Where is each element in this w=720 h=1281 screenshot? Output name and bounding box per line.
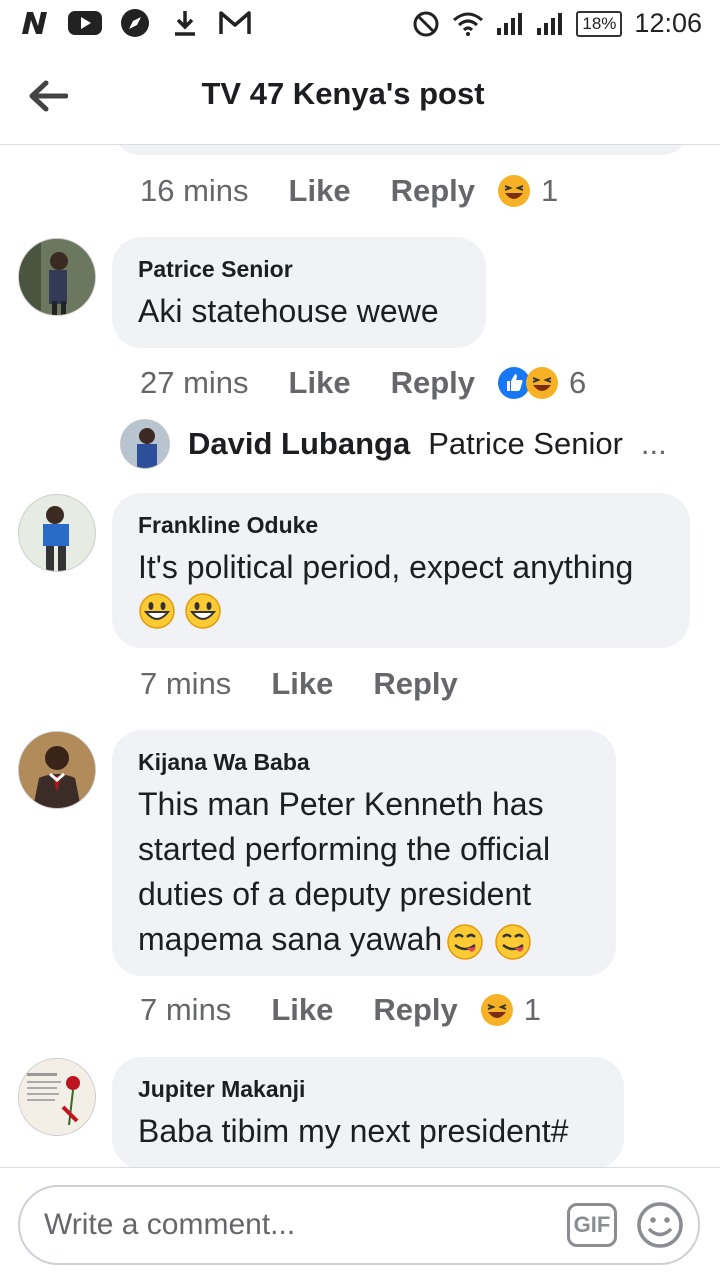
previous-comment-bubble <box>112 145 690 155</box>
comments-feed[interactable]: 16 mins Like Reply 1 Patrice Senior Aki … <box>0 145 720 1167</box>
comment-text: Aki statehouse wewe <box>138 293 439 329</box>
avatar[interactable] <box>18 1058 96 1136</box>
comment-text: This man Peter Kenneth has started perfo… <box>138 782 598 962</box>
reply-button[interactable]: Reply <box>391 365 475 401</box>
comment-author[interactable]: Jupiter Makanji <box>138 1075 598 1103</box>
yum-emoji <box>495 923 531 960</box>
comment-text: Baba tibim my next president# <box>138 1113 569 1149</box>
comment-meta: 7 mins Like Reply 1 <box>140 988 541 1032</box>
reply-ellipsis: ... <box>640 426 667 461</box>
comment-author[interactable]: Frankline Oduke <box>138 511 664 539</box>
reaction-count: 1 <box>541 173 559 208</box>
like-button[interactable]: Like <box>271 992 333 1028</box>
comment-meta: 27 mins Like Reply 6 <box>140 361 586 405</box>
reply-preview[interactable]: David Lubanga Patrice Senior ... <box>120 419 667 469</box>
comment-meta: 16 mins Like Reply 1 <box>140 169 558 213</box>
youtube-icon <box>68 8 102 38</box>
reaction-summary[interactable]: 1 <box>497 173 558 209</box>
reply-button[interactable]: Reply <box>373 666 457 702</box>
reaction-count: 1 <box>523 992 542 1027</box>
grinning-emoji <box>185 593 221 629</box>
yum-emoji <box>447 923 483 960</box>
battery-indicator: 18% <box>576 10 623 37</box>
like-button[interactable]: Like <box>271 666 333 702</box>
reply-button[interactable]: Reply <box>391 173 475 209</box>
n-icon <box>18 8 52 38</box>
comment-time: 7 mins <box>140 666 232 701</box>
comment-bubble[interactable]: Patrice Senior Aki statehouse wewe <box>112 237 486 348</box>
comment-author[interactable]: Patrice Senior <box>138 255 460 283</box>
haha-icon <box>498 175 530 207</box>
grinning-emoji <box>139 593 175 629</box>
comment-author[interactable]: Kijana Wa Baba <box>138 748 590 776</box>
avatar[interactable] <box>18 494 96 572</box>
comment-time: 7 mins <box>140 992 232 1027</box>
emoji-button[interactable] <box>636 1201 684 1249</box>
haha-icon <box>480 994 513 1026</box>
compass-icon <box>118 8 152 38</box>
comment-bubble[interactable]: Frankline Oduke It's political period, e… <box>112 493 690 648</box>
comment-text-content: This man Peter Kenneth has started perfo… <box>138 786 551 957</box>
like-button[interactable]: Like <box>289 365 351 401</box>
like-button[interactable]: Like <box>289 173 351 209</box>
avatar[interactable] <box>18 238 96 316</box>
wifi-icon <box>453 12 484 36</box>
post-header: TV 47 Kenya's post <box>0 48 720 145</box>
avatar[interactable] <box>18 731 96 809</box>
download-icon <box>168 8 202 38</box>
reply-button[interactable]: Reply <box>373 992 457 1028</box>
signal-icon <box>497 12 523 35</box>
comment-text: It's political period, expect anything <box>138 549 634 585</box>
status-bar: 18% 12:06 <box>0 0 720 48</box>
avatar <box>120 419 170 469</box>
comment-bubble[interactable]: Jupiter Makanji Baba tibim my next presi… <box>112 1057 624 1167</box>
gif-button[interactable]: GIF <box>567 1203 617 1247</box>
comment-bubble[interactable]: Kijana Wa Baba This man Peter Kenneth ha… <box>112 730 616 976</box>
reaction-summary[interactable]: 6 <box>497 365 586 401</box>
page-title: TV 47 Kenya's post <box>201 76 485 111</box>
comment-time: 16 mins <box>140 173 249 208</box>
reaction-count: 6 <box>569 365 587 400</box>
signal-icon <box>537 12 563 35</box>
gmail-icon <box>218 8 252 38</box>
reply-text: Patrice Senior <box>428 426 623 461</box>
reply-author[interactable]: David Lubanga <box>188 426 410 462</box>
status-clock: 12:06 <box>634 8 702 38</box>
haha-icon <box>526 367 558 399</box>
comment-meta: 7 mins Like Reply <box>140 662 498 706</box>
dnd-icon <box>413 11 439 36</box>
comment-time: 27 mins <box>140 365 249 400</box>
comment-composer: GIF <box>0 1167 720 1281</box>
reaction-summary[interactable]: 1 <box>480 992 541 1028</box>
